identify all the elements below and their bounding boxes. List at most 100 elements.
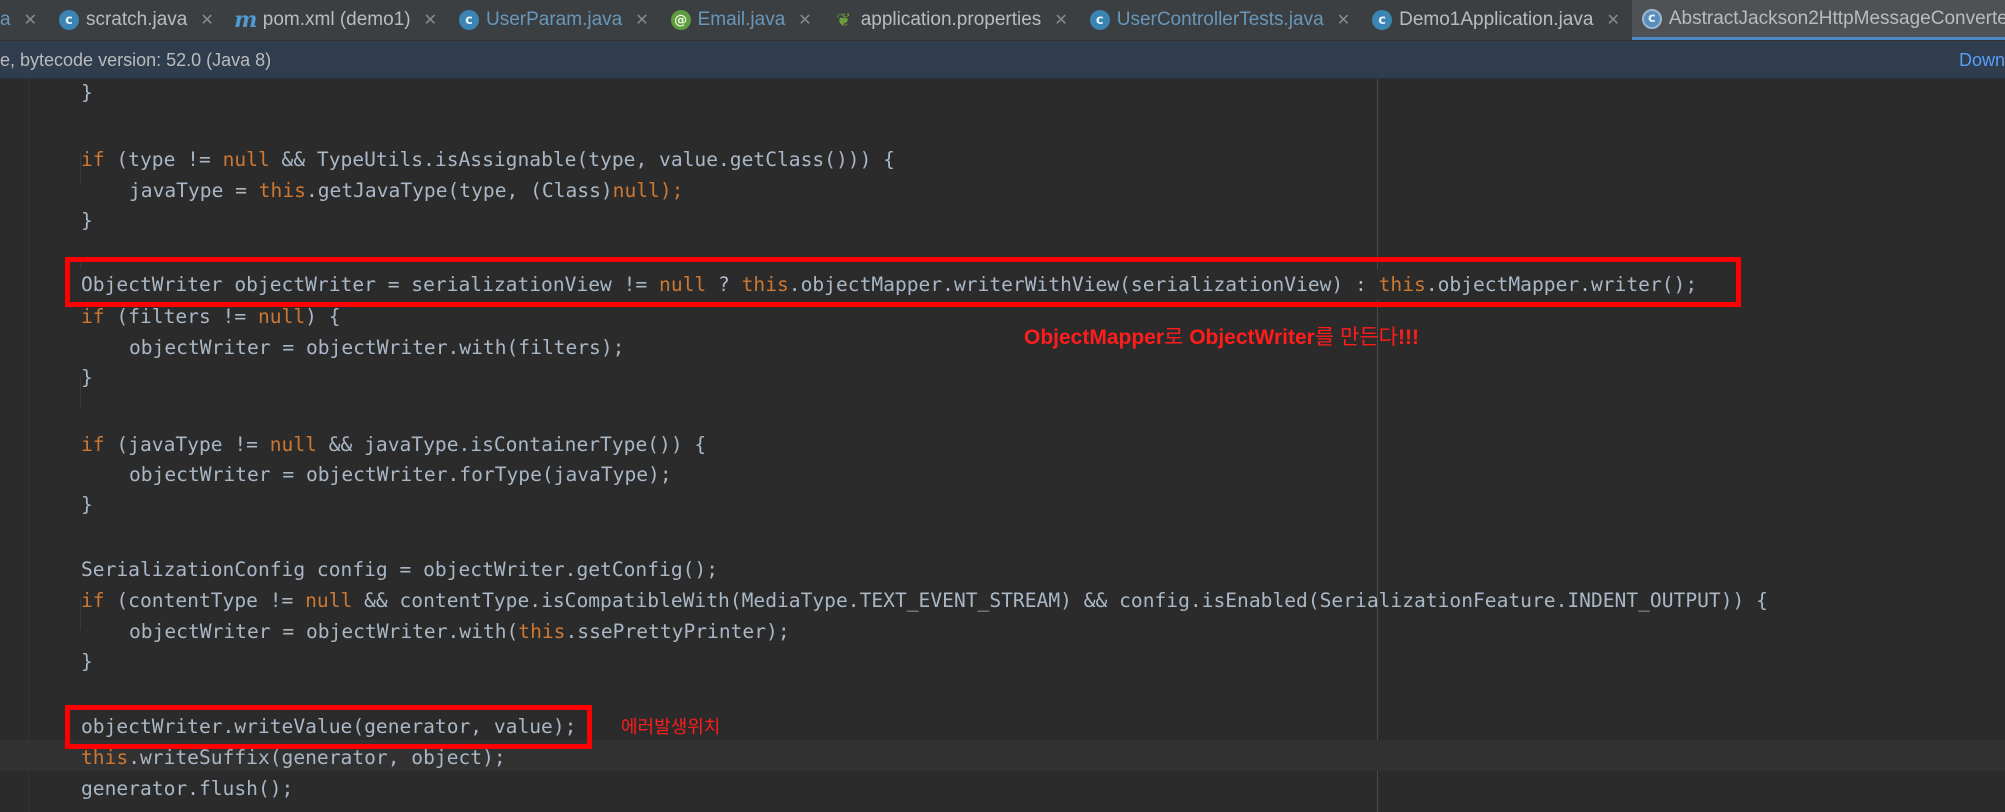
decompiled-class-banner: e, bytecode version: 52.0 (Java 8) Down bbox=[0, 41, 2005, 79]
close-icon[interactable]: ✕ bbox=[200, 10, 213, 30]
code-line: objectWriter = objectWriter.with(this.ss… bbox=[129, 616, 790, 647]
code-text: .writeSuffix(generator, object); bbox=[128, 746, 506, 769]
code-line: } bbox=[81, 646, 93, 677]
code-text: (javaType != bbox=[104, 433, 270, 456]
code-text: objectWriter = objectWriter.forType(java… bbox=[129, 463, 672, 486]
tab-label: application.properties bbox=[860, 9, 1042, 30]
close-icon[interactable]: ✕ bbox=[1054, 10, 1067, 30]
annotation-text: 에러발생위치 bbox=[621, 717, 721, 737]
code-editor[interactable]: } if (type != null && TypeUtils.isAssign… bbox=[0, 79, 2005, 812]
code-line: SerializationConfig config = objectWrite… bbox=[81, 554, 718, 585]
keyword: if bbox=[81, 305, 105, 328]
maven-icon: m bbox=[234, 7, 258, 33]
tab-label: UserControllerTests.java bbox=[1116, 9, 1324, 30]
code-line: } bbox=[81, 362, 93, 393]
keyword: if bbox=[81, 148, 105, 171]
tab-partial[interactable]: a ✕ bbox=[0, 0, 49, 40]
tab-application-properties[interactable]: ❦ application.properties ✕ bbox=[824, 0, 1080, 40]
keyword: null bbox=[257, 305, 306, 328]
tab-pom-xml[interactable]: m pom.xml (demo1) ✕ bbox=[226, 0, 449, 40]
keyword: this bbox=[518, 620, 566, 643]
code-text: } bbox=[81, 493, 93, 516]
class-icon: c bbox=[459, 10, 479, 30]
tab-label: UserParam.java bbox=[486, 9, 623, 30]
code-line: } bbox=[81, 489, 93, 520]
tab-abstractjackson2httpmessageconverter-class[interactable]: c AbstractJackson2HttpMessageConverter.c… bbox=[1631, 0, 2005, 40]
code-line: objectWriter = objectWriter.forType(java… bbox=[129, 459, 672, 490]
class-icon: c bbox=[1372, 10, 1393, 30]
tab-label: Email.java bbox=[697, 9, 786, 30]
code-text: generator.flush(); bbox=[81, 777, 294, 800]
annotation-text: ObjectWriter bbox=[1189, 326, 1315, 349]
code-line: } bbox=[81, 205, 93, 236]
tab-scratch-java[interactable]: c scratch.java ✕ bbox=[49, 0, 226, 40]
code-text: (type != bbox=[104, 148, 223, 171]
class-icon: c bbox=[1089, 10, 1110, 30]
tab-label: Demo1Application.java bbox=[1399, 9, 1594, 30]
annotation-text: !!! bbox=[1397, 326, 1419, 349]
annotation-icon: @ bbox=[670, 10, 691, 30]
code-text: && contentType.isCompatibleWith(MediaTyp… bbox=[352, 589, 1768, 612]
download-sources-link[interactable]: Down bbox=[1959, 50, 2005, 71]
code-text: ) { bbox=[305, 305, 341, 328]
keyword: null bbox=[222, 148, 270, 171]
annotation-text: 로 bbox=[1164, 326, 1190, 349]
code-text: objectWriter = objectWriter.with( bbox=[129, 620, 519, 643]
code-text: && TypeUtils.isAssignable(type, value.ge… bbox=[269, 148, 895, 171]
code-text: SerializationConfig config = objectWrite… bbox=[81, 558, 719, 581]
code-line: if (type != null && TypeUtils.isAssignab… bbox=[81, 144, 895, 175]
code-text: } bbox=[81, 366, 93, 389]
keyword: null bbox=[305, 589, 353, 612]
bytecode-version-text: e, bytecode version: 52.0 (Java 8) bbox=[0, 50, 272, 70]
close-icon[interactable]: ✕ bbox=[1337, 10, 1350, 30]
gutter-divider bbox=[28, 79, 29, 812]
tab-label: a bbox=[0, 9, 11, 30]
tab-demo1application-java[interactable]: c Demo1Application.java ✕ bbox=[1362, 0, 1632, 40]
keyword: if bbox=[81, 433, 105, 456]
code-text: } bbox=[81, 650, 93, 673]
error-location-highlight-box bbox=[65, 705, 592, 749]
code-text: objectWriter = objectWriter.with(filters… bbox=[129, 336, 625, 359]
code-line: objectWriter = objectWriter.with(filters… bbox=[129, 332, 624, 363]
code-line: } bbox=[81, 79, 93, 108]
object-writer-annotation: ObjectMapper로 ObjectWriter를 만든다!!! bbox=[1024, 321, 1419, 351]
code-text: .ssePrettyPrinter); bbox=[565, 620, 790, 643]
tab-label: scratch.java bbox=[85, 9, 188, 30]
code-line: if (contentType != null && contentType.i… bbox=[81, 585, 1768, 616]
code-text: .getJavaType(type, (Class) bbox=[305, 179, 613, 202]
keyword: this bbox=[258, 179, 306, 202]
annotation-text: ObjectMapper bbox=[1024, 326, 1165, 349]
editor-tab-bar: a ✕ c scratch.java ✕ m pom.xml (demo1) ✕… bbox=[0, 0, 2005, 41]
close-icon[interactable]: ✕ bbox=[24, 10, 37, 30]
keyword: this bbox=[81, 746, 129, 769]
code-text: javaType = bbox=[129, 179, 259, 202]
code-text: } bbox=[81, 81, 93, 104]
code-text: (contentType != bbox=[104, 589, 306, 612]
code-text: ); bbox=[659, 179, 684, 202]
right-margin-guide bbox=[1377, 79, 1378, 812]
tab-label: pom.xml (demo1) bbox=[262, 9, 411, 30]
class-file-icon: c bbox=[1641, 8, 1662, 29]
keyword: if bbox=[81, 589, 105, 612]
close-icon[interactable]: ✕ bbox=[1606, 10, 1619, 30]
code-text: (filters != bbox=[104, 305, 258, 328]
tab-usercontrollertests-java[interactable]: c UserControllerTests.java ✕ bbox=[1080, 0, 1362, 40]
code-line: generator.flush(); bbox=[81, 773, 293, 804]
keyword: null bbox=[612, 179, 660, 202]
close-icon[interactable]: ✕ bbox=[635, 10, 648, 30]
close-icon[interactable]: ✕ bbox=[424, 10, 437, 30]
tab-label: AbstractJackson2HttpMessageConverter.cla… bbox=[1668, 7, 2005, 29]
code-line: if (javaType != null && javaType.isConta… bbox=[81, 429, 706, 460]
code-text: && javaType.isContainerType()) { bbox=[316, 433, 707, 456]
code-line: javaType = this.getJavaType(type, (Class… bbox=[129, 175, 683, 206]
error-location-annotation: 에러발생위치 bbox=[621, 713, 720, 739]
code-text: } bbox=[81, 209, 93, 232]
close-icon[interactable]: ✕ bbox=[798, 10, 811, 30]
object-writer-highlight-box bbox=[65, 257, 1741, 307]
class-icon: c bbox=[58, 10, 79, 30]
tab-email-java[interactable]: @ Email.java ✕ bbox=[661, 0, 824, 40]
spring-leaf-icon: ❦ bbox=[836, 9, 852, 31]
keyword: null bbox=[269, 433, 317, 456]
annotation-text: 를 만든다 bbox=[1314, 326, 1398, 349]
tab-userparam-java[interactable]: c UserParam.java ✕ bbox=[449, 0, 661, 40]
